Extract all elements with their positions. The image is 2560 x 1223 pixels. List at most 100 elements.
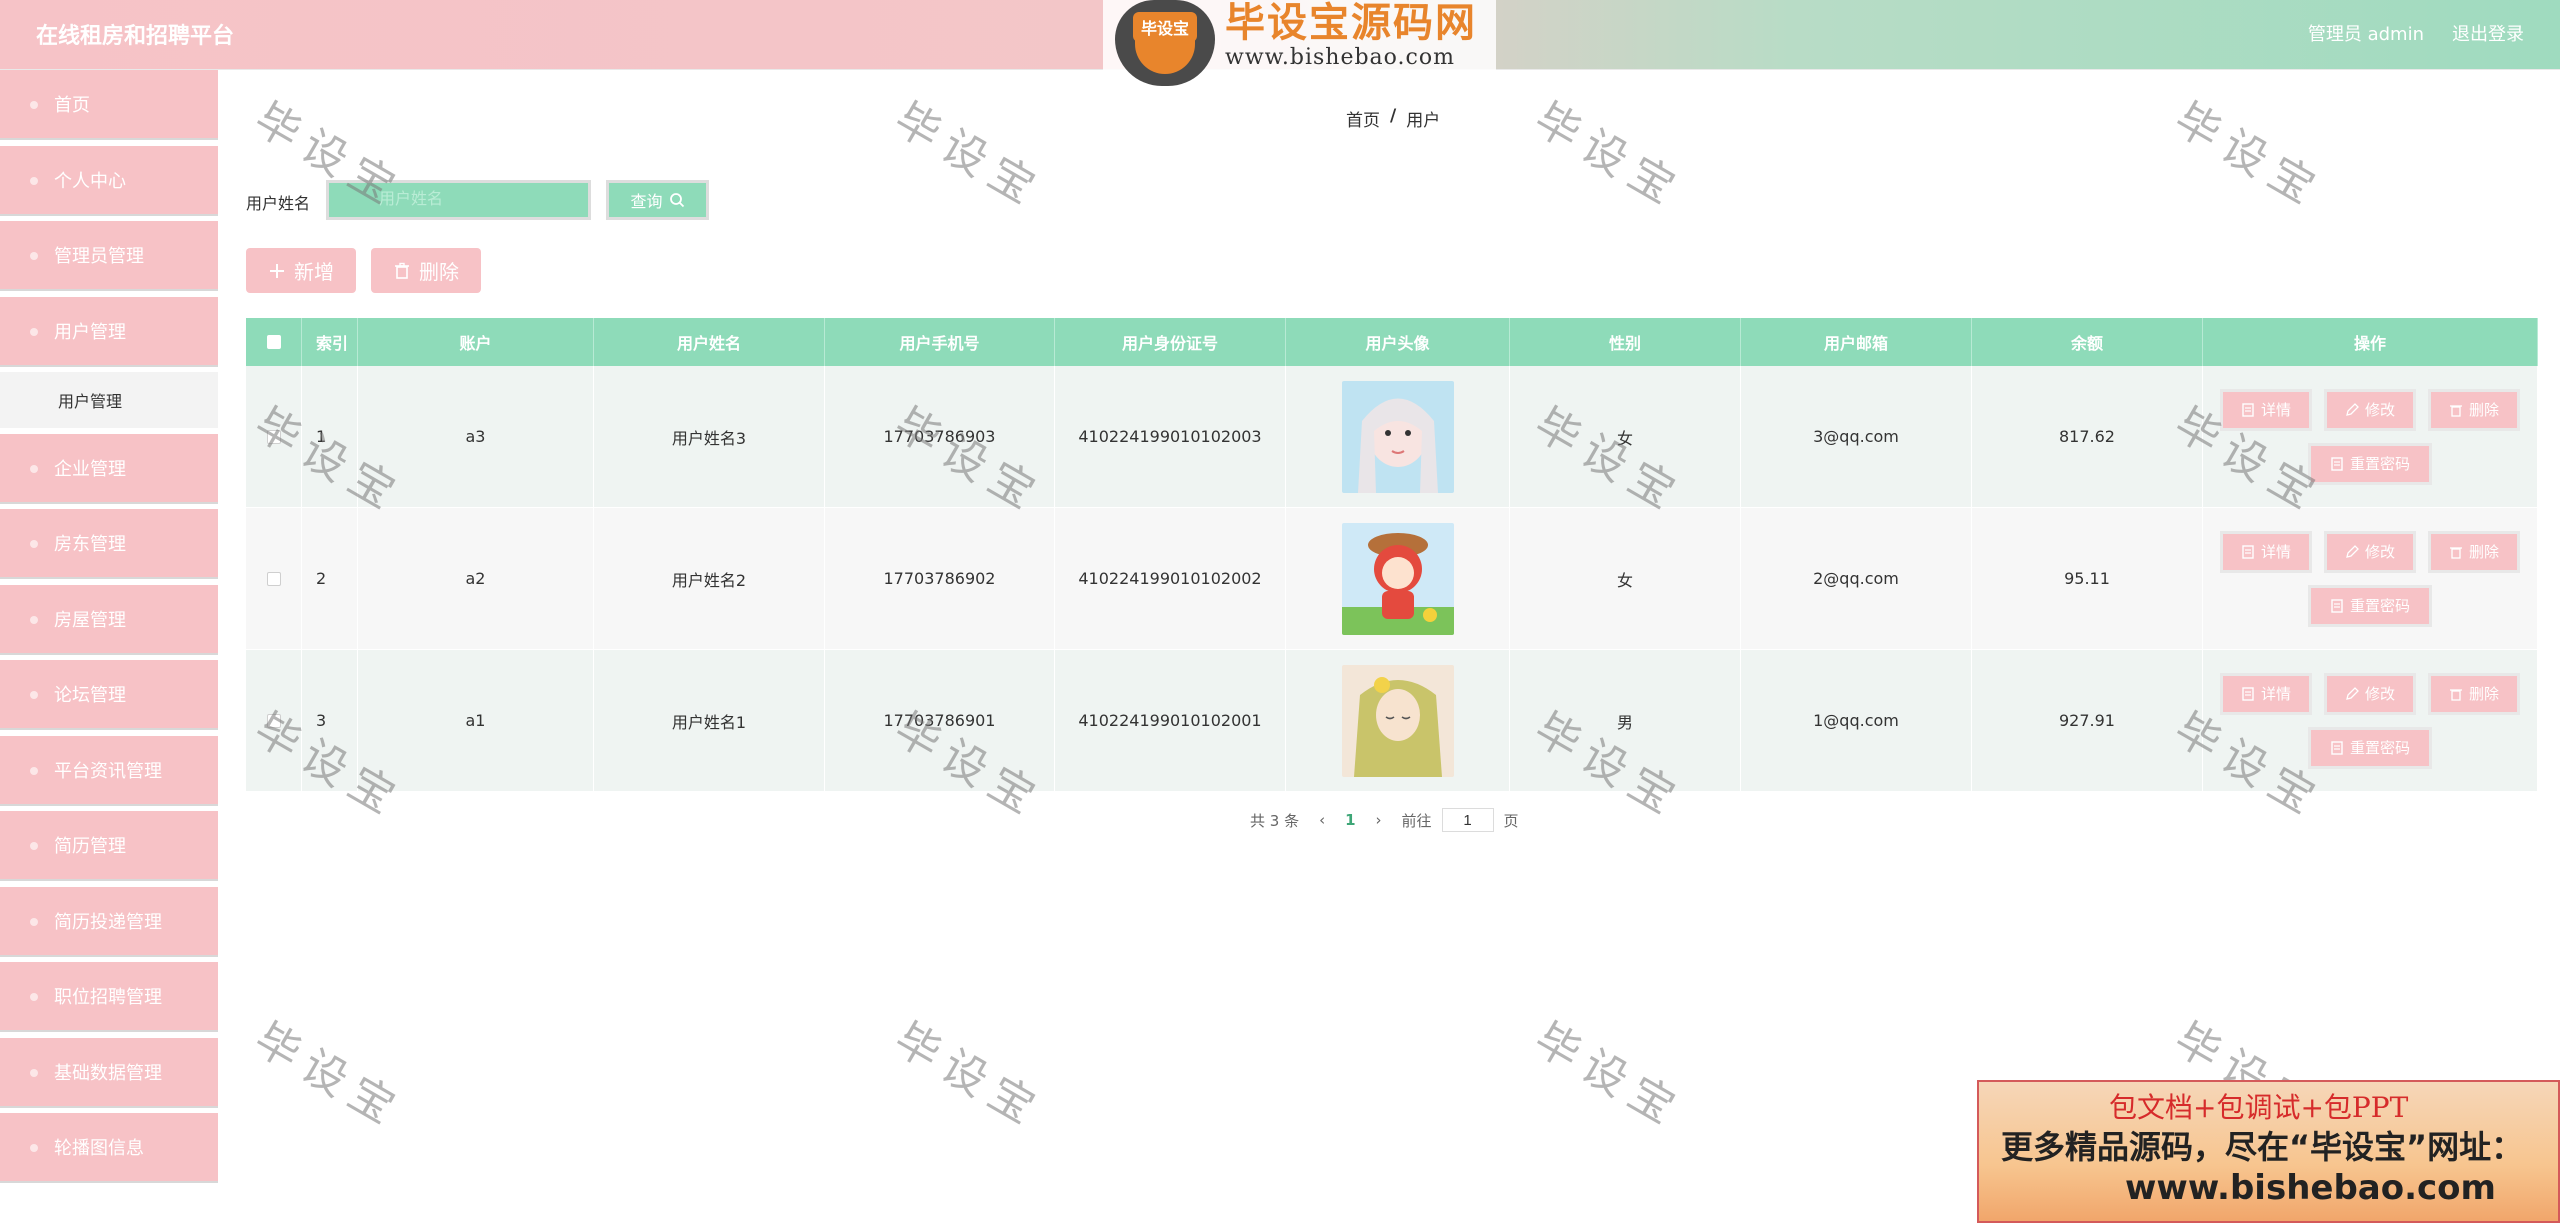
- menu-dot-icon: [30, 1144, 38, 1152]
- cell-balance: 95.11: [1972, 508, 2203, 649]
- header-phone: 用户手机号: [825, 318, 1055, 366]
- menu-dot-icon: [30, 327, 38, 336]
- query-button[interactable]: 查询: [606, 180, 709, 220]
- watermark-text: 毕设宝: [885, 1013, 1052, 1139]
- document-icon: [2242, 544, 2254, 559]
- document-icon: [2331, 456, 2343, 471]
- cell-balance: 817.62: [1972, 366, 2203, 507]
- sidebar-subitem-users[interactable]: 用户管理: [0, 372, 218, 428]
- menu-dot-icon: [30, 540, 38, 548]
- menu-dot-icon: [30, 101, 38, 109]
- trash-icon: [2449, 546, 2462, 559]
- next-page-icon[interactable]: ›: [1376, 811, 1382, 829]
- page-jump-input[interactable]: [1441, 808, 1494, 832]
- delete-button[interactable]: 删除: [2428, 530, 2520, 573]
- row-checkbox[interactable]: [266, 571, 281, 586]
- user-avatar-image: [1341, 380, 1454, 493]
- pagination: 共 3 条 ‹ 1 › 前往 页: [1250, 808, 1519, 832]
- reset-password-button[interactable]: 重置密码: [2308, 584, 2432, 627]
- page-unit-label: 页: [1503, 811, 1519, 830]
- sidebar-item-jobs[interactable]: 职位招聘管理: [0, 962, 218, 1032]
- document-icon: [2331, 598, 2343, 613]
- detail-button[interactable]: 详情: [2220, 530, 2312, 573]
- cell-email: 3@qq.com: [1741, 366, 1972, 507]
- logout-link[interactable]: 退出登录: [2452, 20, 2524, 46]
- menu-dot-icon: [30, 766, 38, 775]
- edit-button[interactable]: 修改: [2324, 672, 2416, 715]
- sidebar-item-house[interactable]: 房屋管理: [0, 584, 218, 655]
- watermark-text: 毕设宝: [1525, 1013, 1692, 1139]
- sidebar-item-users[interactable]: 用户管理: [0, 296, 218, 367]
- batch-delete-button[interactable]: 删除: [371, 248, 481, 293]
- menu-dot-icon: [30, 464, 38, 473]
- cell-index: 1: [302, 366, 358, 507]
- pagination-total: 共 3 条: [1250, 811, 1300, 830]
- sidebar-item-base-data[interactable]: 基础数据管理: [0, 1037, 218, 1108]
- breadcrumb: 首页 / 用户: [1346, 106, 1440, 131]
- row-operations: 详情 修改 删除 重置密码: [2203, 366, 2538, 507]
- page-number-current[interactable]: 1: [1345, 811, 1355, 829]
- row-checkbox[interactable]: [266, 713, 281, 728]
- cell-name: 用户姓名3: [594, 366, 825, 507]
- detail-button[interactable]: 详情: [2220, 388, 2312, 431]
- cell-balance: 927.91: [1972, 650, 2203, 791]
- edit-button[interactable]: 修改: [2324, 530, 2416, 573]
- sidebar-item-admin[interactable]: 管理员管理: [0, 221, 218, 291]
- sidebar-item-resume[interactable]: 简历管理: [0, 811, 218, 881]
- sidebar-item-resume-delivery[interactable]: 简历投递管理: [0, 886, 218, 957]
- cell-id-card: 410224199010102001: [1055, 650, 1286, 791]
- search-label: 用户姓名: [246, 194, 311, 213]
- edit-icon: [2346, 402, 2359, 416]
- promo-line-3: www.bishebao.com: [2125, 1168, 2496, 1208]
- header-balance: 余额: [1972, 318, 2203, 366]
- menu-dot-icon: [30, 252, 38, 260]
- sidebar-item-carousel[interactable]: 轮播图信息: [0, 1113, 218, 1183]
- search-input[interactable]: [326, 180, 591, 220]
- trash-icon: [2449, 688, 2462, 701]
- add-button[interactable]: 新增: [246, 248, 356, 293]
- sidebar-item-profile[interactable]: 个人中心: [0, 145, 218, 216]
- user-avatar-image: [1341, 522, 1454, 635]
- cell-phone: 17703786902: [825, 508, 1055, 649]
- reset-password-button[interactable]: 重置密码: [2308, 442, 2432, 485]
- sidebar-item-forum[interactable]: 论坛管理: [0, 660, 218, 730]
- cell-name: 用户姓名1: [594, 650, 825, 791]
- edit-button[interactable]: 修改: [2324, 388, 2416, 431]
- table-row: 1 a3 用户姓名3 17703786903 41022419901010200…: [246, 366, 2538, 508]
- document-icon: [2331, 740, 2343, 755]
- header-avatar: 用户头像: [1286, 318, 1510, 366]
- cell-name: 用户姓名2: [594, 508, 825, 649]
- sidebar-item-news[interactable]: 平台资讯管理: [0, 735, 218, 806]
- menu-dot-icon: [30, 615, 38, 624]
- menu-dot-icon: [30, 691, 38, 699]
- breadcrumb-home[interactable]: 首页: [1346, 106, 1380, 131]
- cell-id-card: 410224199010102002: [1055, 508, 1286, 649]
- watermark-text: 毕设宝: [2165, 93, 2332, 219]
- cell-sex: 女: [1510, 366, 1741, 507]
- goto-label: 前往: [1401, 811, 1432, 830]
- cell-email: 2@qq.com: [1741, 508, 1972, 649]
- edit-icon: [2346, 544, 2359, 558]
- user-table: 索引 账户 用户姓名 用户手机号 用户身份证号 用户头像 性别 用户邮箱 余额 …: [246, 318, 2538, 792]
- prev-page-icon[interactable]: ‹: [1319, 811, 1325, 829]
- row-checkbox[interactable]: [266, 429, 281, 444]
- trash-icon: [395, 262, 409, 279]
- delete-button[interactable]: 删除: [2428, 672, 2520, 715]
- header-account: 账户: [358, 318, 594, 366]
- table-header: 索引 账户 用户姓名 用户手机号 用户身份证号 用户头像 性别 用户邮箱 余额 …: [246, 318, 2538, 366]
- cell-account: a3: [358, 366, 594, 507]
- select-all-checkbox[interactable]: [266, 335, 281, 349]
- sidebar-item-company[interactable]: 企业管理: [0, 433, 218, 504]
- detail-button[interactable]: 详情: [2220, 672, 2312, 715]
- cell-sex: 男: [1510, 650, 1741, 791]
- header-right: 管理员 admin 退出登录: [2308, 20, 2524, 46]
- sidebar-item-home[interactable]: 首页: [0, 70, 218, 140]
- sidebar-item-landlord[interactable]: 房东管理: [0, 509, 218, 579]
- delete-button[interactable]: 删除: [2428, 388, 2520, 431]
- cell-email: 1@qq.com: [1741, 650, 1972, 791]
- promo-banner[interactable]: 包文档+包调试+包PPT 更多精品源码，尽在“毕设宝”网址： www.bishe…: [1977, 1080, 2560, 1223]
- reset-password-button[interactable]: 重置密码: [2308, 726, 2432, 769]
- cell-account: a2: [358, 508, 594, 649]
- pagination-jump: 前往 页: [1402, 808, 1519, 832]
- menu-dot-icon: [30, 176, 38, 185]
